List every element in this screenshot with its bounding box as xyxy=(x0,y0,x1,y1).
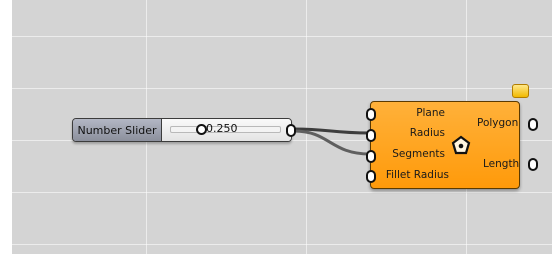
polygon-component[interactable]: Plane Radius Segments Fillet Radius Poly… xyxy=(370,101,520,189)
number-slider[interactable]: Number Slider 0.250 xyxy=(72,118,292,142)
wire-slider-to-segments xyxy=(293,129,371,156)
slider-track-area[interactable]: 0.250 xyxy=(162,119,291,141)
input-radius-port[interactable] xyxy=(366,129,376,142)
input-segments-label: Segments xyxy=(392,148,445,160)
output-polygon-label: Polygon xyxy=(477,117,519,129)
output-polygon-port[interactable] xyxy=(528,118,538,131)
slider-output-port[interactable] xyxy=(286,124,296,137)
slider-value: 0.250 xyxy=(206,122,238,135)
input-plane-port[interactable] xyxy=(366,108,376,121)
input-segments-port[interactable] xyxy=(366,150,376,163)
slider-name-label: Number Slider xyxy=(73,119,162,141)
output-length-label: Length xyxy=(483,158,520,170)
output-length-port[interactable] xyxy=(528,158,538,171)
input-fillet-radius-port[interactable] xyxy=(366,170,376,183)
warning-badge[interactable] xyxy=(512,84,529,98)
input-fillet-radius-label: Fillet Radius xyxy=(385,169,449,181)
input-radius-label: Radius xyxy=(409,127,445,139)
input-plane-label: Plane xyxy=(416,107,445,119)
polygon-icon xyxy=(451,135,471,155)
